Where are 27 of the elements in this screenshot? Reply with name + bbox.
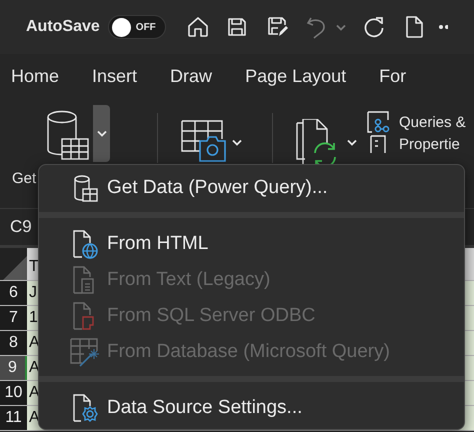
menu-item[interactable]: From HTML — [39, 226, 464, 262]
save-as-icon[interactable] — [266, 15, 290, 39]
queries-icon[interactable] — [367, 111, 391, 133]
dropdown-button[interactable] — [93, 105, 110, 162]
ribbon-tab[interactable]: Page Layout — [245, 62, 346, 92]
ribbon-tab[interactable]: Insert — [92, 62, 138, 92]
more-icon[interactable] — [438, 24, 448, 30]
name-box[interactable]: C9 — [10, 217, 32, 237]
settings-document-icon — [71, 393, 99, 423]
undo-icon — [306, 15, 328, 39]
document-icon[interactable] — [404, 15, 424, 39]
autosave-label: AutoSave — [26, 18, 100, 36]
properties-label[interactable]: Propertie — [399, 136, 460, 152]
save-icon[interactable] — [226, 16, 248, 38]
refresh-icon[interactable] — [362, 15, 386, 39]
web-document-icon — [71, 229, 99, 259]
table-camera-icon[interactable] — [180, 119, 228, 163]
autosave-toggle[interactable]: OFF — [108, 15, 166, 39]
table-wand-icon — [70, 337, 100, 367]
ribbon-tab[interactable]: Draw — [170, 62, 212, 92]
row-number[interactable]: 9 — [0, 356, 27, 380]
home-icon[interactable] — [186, 15, 210, 39]
ribbon-tab[interactable]: Home — [11, 62, 60, 92]
queries-label[interactable]: Queries & — [399, 114, 466, 130]
menu-item[interactable]: Get Data (Power Query)... — [39, 170, 464, 206]
ribbon-tab[interactable]: For — [379, 62, 406, 92]
get-data-label: Get — [12, 170, 36, 187]
